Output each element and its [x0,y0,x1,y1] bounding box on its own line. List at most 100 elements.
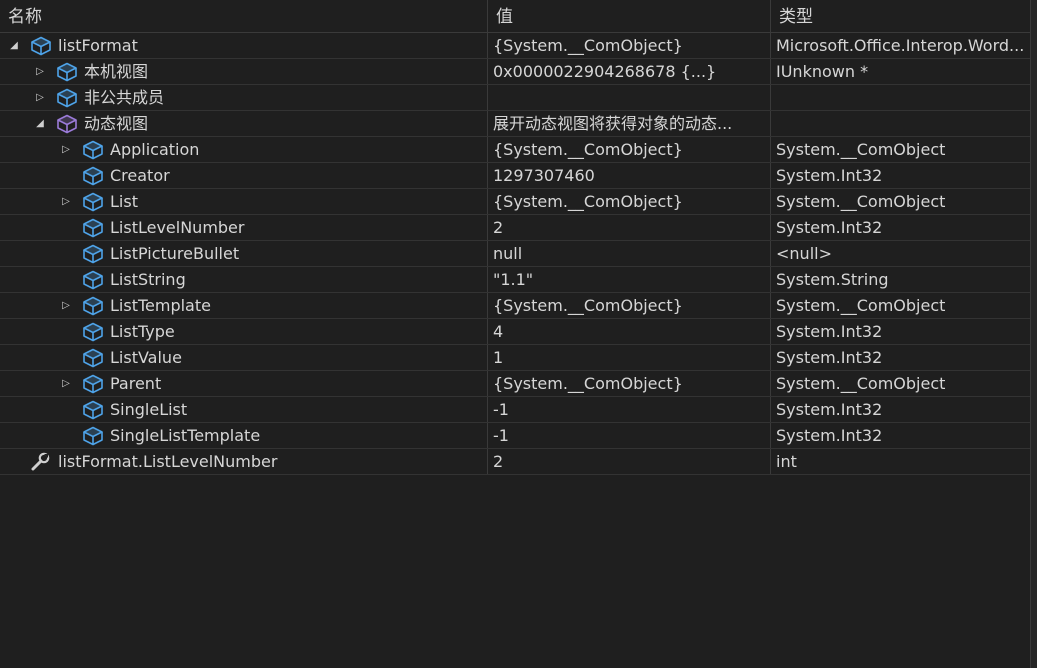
tree-row[interactable]: ▷ ListTemplate {System.__ComObject} System… [0,293,1030,319]
collapsed-arrow-icon[interactable]: ▷ [60,137,72,162]
tree-row-name: ListTemplate [110,296,211,315]
tree-row[interactable]: SingleListTemplate -1 System.Int32 [0,423,1030,449]
tree-row-value[interactable]: -1 [487,423,770,448]
tree-row[interactable]: ListString "1.1" System.String [0,267,1030,293]
tree-row-name: ListString [110,270,186,289]
tree-row-type: IUnknown * [770,59,1030,84]
tree-row-name: ListType [110,322,175,341]
object-cube-icon [82,218,104,238]
tree-row-type: System.__ComObject [770,137,1030,162]
tree-row-type: System.__ComObject [770,293,1030,318]
tree-row-name-cell: ◢ listFormat [0,33,487,58]
watch-tree: ◢ listFormat {System.__ComObject} Microsof… [0,33,1030,475]
column-header-name[interactable]: 名称 [0,0,487,32]
object-cube-icon [82,296,104,316]
tree-row[interactable]: ◢ listFormat {System.__ComObject} Microsof… [0,33,1030,59]
collapsed-arrow-icon[interactable]: ▷ [34,59,46,84]
tree-row-type: System.Int32 [770,397,1030,422]
object-cube-icon [82,270,104,290]
tree-row-type: <null> [770,241,1030,266]
tree-row-value[interactable]: {System.__ComObject} [487,137,770,162]
tree-row-name: 非公共成员 [84,88,165,107]
object-cube-icon [82,166,104,186]
tree-row-type: System.Int32 [770,215,1030,240]
collapsed-arrow-icon[interactable]: ▷ [60,371,72,396]
tree-row-value[interactable] [487,85,770,110]
tree-row-name-cell: SingleList [0,397,487,422]
tree-row-value[interactable]: {System.__ComObject} [487,189,770,214]
tree-row-value[interactable]: 2 [487,449,770,474]
object-cube-icon [82,348,104,368]
tree-row-value[interactable]: -1 [487,397,770,422]
tree-row-type: System.String [770,267,1030,292]
tree-row[interactable]: ◢ 动态视图 展开动态视图将获得对象的动态... [0,111,1030,137]
tree-row[interactable]: ListLevelNumber 2 System.Int32 [0,215,1030,241]
tree-row-name: ListLevelNumber [110,218,245,237]
tree-row-name: SingleListTemplate [110,426,261,445]
tree-row-name-cell: ListType [0,319,487,344]
wrench-icon [30,452,52,472]
tree-row-value[interactable]: 0x0000022904268678 {...} [487,59,770,84]
object-cube-icon [82,140,104,160]
expanded-arrow-icon[interactable]: ◢ [8,33,20,58]
tree-row-name-cell: ▷ 本机视图 [0,59,487,84]
tree-row-value[interactable]: 展开动态视图将获得对象的动态... [487,111,770,136]
tree-row-type [770,85,1030,110]
column-header-type[interactable]: 类型 [770,0,1030,32]
tree-row-value[interactable]: "1.1" [487,267,770,292]
tree-row-name: ListValue [110,348,182,367]
dynamic-view-cube-icon [56,114,78,134]
tree-row-name-cell: ListString [0,267,487,292]
tree-row-value[interactable]: {System.__ComObject} [487,371,770,396]
expanded-arrow-icon[interactable]: ◢ [34,111,46,136]
tree-row[interactable]: ListValue 1 System.Int32 [0,345,1030,371]
column-header-bar: 名称 值 类型 [0,0,1030,33]
tree-row[interactable]: Creator 1297307460 System.Int32 [0,163,1030,189]
tree-row[interactable]: ▷ 非公共成员 [0,85,1030,111]
tree-row[interactable]: ▷ Parent {System.__ComObject} System.__Com… [0,371,1030,397]
tree-row[interactable]: ▷ Application {System.__ComObject} System.… [0,137,1030,163]
tree-row-name-cell: ▷ Parent [0,371,487,396]
tree-row-name: Creator [110,166,170,185]
tree-row-name-cell: ListLevelNumber [0,215,487,240]
tree-row-name-cell: ▷ List [0,189,487,214]
tree-row-name-cell: ▷ ListTemplate [0,293,487,318]
tree-row-name-cell: ▷ 非公共成员 [0,85,487,110]
tree-row-value[interactable]: 2 [487,215,770,240]
collapsed-arrow-icon[interactable]: ▷ [60,189,72,214]
collapsed-arrow-icon[interactable]: ▷ [60,293,72,318]
vertical-scrollbar[interactable] [1030,0,1037,668]
tree-row[interactable]: SingleList -1 System.Int32 [0,397,1030,423]
tree-row-name: listFormat.ListLevelNumber [58,452,278,471]
tree-row-name: 动态视图 [84,114,149,133]
tree-row[interactable]: ListType 4 System.Int32 [0,319,1030,345]
tree-row-type: System.__ComObject [770,189,1030,214]
tree-row[interactable]: ▷ List {System.__ComObject} System.__ComOb… [0,189,1030,215]
object-cube-icon [82,374,104,394]
tree-row[interactable]: listFormat.ListLevelNumber 2 int [0,449,1030,475]
tree-row-name-cell: ◢ 动态视图 [0,111,487,136]
tree-row[interactable]: ▷ 本机视图 0x0000022904268678 {...} IUnknown * [0,59,1030,85]
column-header-value[interactable]: 值 [487,0,770,32]
tree-row-value[interactable]: 4 [487,319,770,344]
tree-row-name: Parent [110,374,162,393]
tree-row-value[interactable]: null [487,241,770,266]
tree-row-value[interactable]: {System.__ComObject} [487,293,770,318]
object-cube-icon [56,88,78,108]
tree-row-type: System.Int32 [770,423,1030,448]
tree-row-name: SingleList [110,400,188,419]
tree-row-value[interactable]: {System.__ComObject} [487,33,770,58]
tree-row-name: 本机视图 [84,62,149,81]
collapsed-arrow-icon[interactable]: ▷ [34,85,46,110]
tree-row-type [770,111,1030,136]
tree-row-value[interactable]: 1297307460 [487,163,770,188]
tree-row-name-cell: ListPictureBullet [0,241,487,266]
tree-row-type: System.Int32 [770,345,1030,370]
object-cube-icon [82,426,104,446]
tree-row-type: int [770,449,1030,474]
tree-row-name-cell: SingleListTemplate [0,423,487,448]
tree-row-type: System.Int32 [770,319,1030,344]
tree-row[interactable]: ListPictureBullet null <null> [0,241,1030,267]
tree-row-value[interactable]: 1 [487,345,770,370]
object-cube-icon [82,192,104,212]
